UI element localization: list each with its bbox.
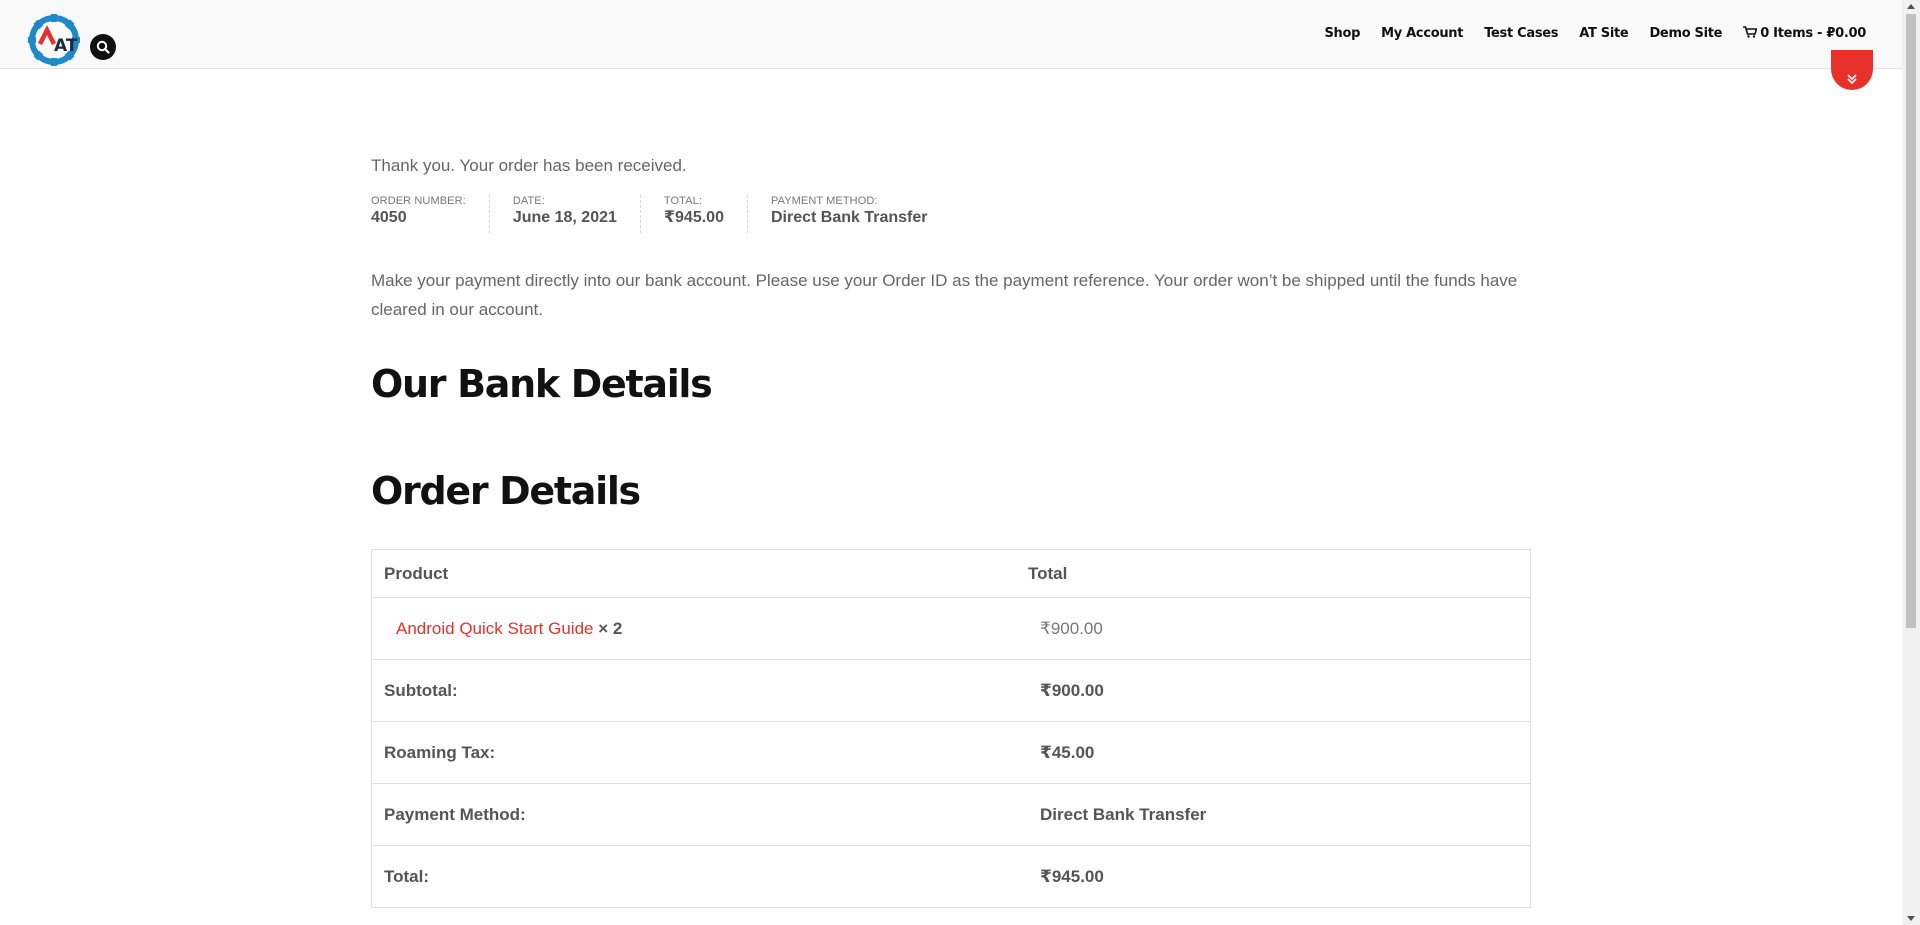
- scroll-up-arrow[interactable]: [1907, 4, 1915, 9]
- product-cell: Android Quick Start Guide × 2: [371, 597, 1016, 660]
- order-number-value: 4050: [371, 209, 407, 226]
- order-total: TOTAL: ₹945.00: [641, 195, 748, 233]
- product-total: ₹900.00: [1016, 597, 1531, 660]
- chevron-double-down-icon: [1847, 74, 1857, 85]
- total-label: Total:: [371, 845, 1016, 908]
- cart-icon: [1743, 26, 1758, 38]
- table-row: Total: ₹945.00: [371, 845, 1531, 908]
- tax-value: ₹45.00: [1016, 721, 1531, 784]
- bank-details-heading: Our Bank Details: [371, 362, 713, 406]
- total-value: ₹945.00: [1016, 845, 1531, 908]
- product-link[interactable]: Android Quick Start Guide: [396, 619, 593, 638]
- payment-method-label: PAYMENT METHOD:: [770, 195, 878, 207]
- table-row: Payment Method: Direct Bank Transfer: [371, 783, 1531, 846]
- payment-instructions: Make your payment directly into our bank…: [371, 271, 1518, 319]
- nav-demo-site[interactable]: Demo Site: [1649, 26, 1722, 41]
- scroll-down-arrow[interactable]: [1907, 916, 1915, 921]
- site-header: AT Shop My Account Test Cases AT Site De…: [0, 0, 1902, 69]
- order-received-notice: Thank you. Your order has been received.: [371, 156, 687, 175]
- payment-method-row-label: Payment Method:: [371, 783, 1016, 846]
- order-date-label: DATE:: [512, 195, 545, 207]
- order-details-heading: Order Details: [371, 469, 641, 513]
- table-row: Android Quick Start Guide × 2 ₹900.00: [371, 597, 1531, 660]
- gear-logo-icon: AT: [28, 14, 80, 66]
- tax-label: Roaming Tax:: [371, 721, 1016, 784]
- order-total-value: ₹945.00: [663, 209, 724, 226]
- product-quantity: × 2: [598, 618, 623, 638]
- table-row: Subtotal: ₹900.00: [371, 659, 1531, 722]
- order-details-table: Product Total Android Quick Start Guide …: [371, 549, 1531, 908]
- main-nav: Shop My Account Test Cases AT Site Demo …: [1324, 26, 1866, 41]
- logo-lettering: AT: [54, 36, 78, 56]
- order-total-label: TOTAL:: [663, 195, 702, 207]
- order-date-value: June 18, 2021: [512, 209, 617, 226]
- order-number: ORDER NUMBER: 4050: [371, 195, 490, 233]
- search-icon: [96, 40, 110, 54]
- payment-method-value: Direct Bank Transfer: [770, 209, 928, 226]
- scrollbar-thumb[interactable]: [1906, 14, 1916, 628]
- product-column-header: Product: [371, 549, 1016, 598]
- nav-test-cases[interactable]: Test Cases: [1484, 26, 1558, 41]
- order-payment-method: PAYMENT METHOD: Direct Bank Transfer: [748, 195, 951, 233]
- total-column-header: Total: [1016, 549, 1531, 598]
- subtotal-label: Subtotal:: [371, 659, 1016, 722]
- nav-my-account[interactable]: My Account: [1381, 26, 1463, 41]
- order-date: DATE: June 18, 2021: [490, 195, 641, 233]
- page-scrollbar[interactable]: [1902, 0, 1920, 925]
- search-button[interactable]: [90, 34, 116, 60]
- table-row: Roaming Tax: ₹45.00: [371, 721, 1531, 784]
- table-header-row: Product Total: [371, 549, 1531, 598]
- site-logo[interactable]: AT: [27, 13, 81, 67]
- order-number-label: ORDER NUMBER:: [371, 195, 466, 207]
- subtotal-value: ₹900.00: [1016, 659, 1531, 722]
- nav-at-site[interactable]: AT Site: [1579, 26, 1629, 41]
- nav-shop[interactable]: Shop: [1324, 26, 1360, 41]
- scroll-down-button[interactable]: [1831, 50, 1873, 90]
- cart-label: 0 Items - ₽0.00: [1760, 26, 1866, 41]
- nav-cart[interactable]: 0 Items - ₽0.00: [1743, 26, 1866, 41]
- order-overview: ORDER NUMBER: 4050 DATE: June 18, 2021 T…: [371, 195, 950, 233]
- payment-method-row-value: Direct Bank Transfer: [1016, 783, 1531, 846]
